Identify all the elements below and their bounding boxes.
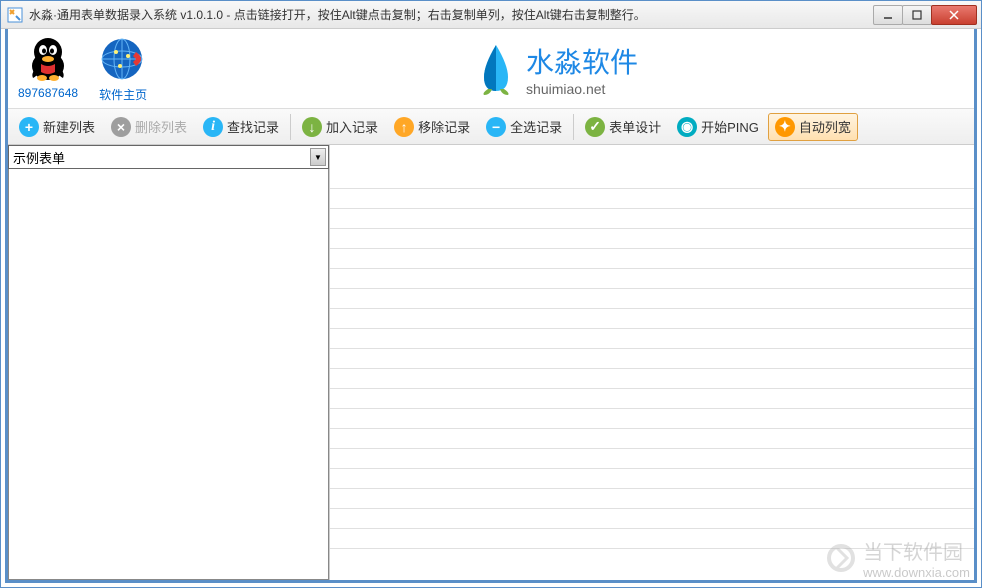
grid-row[interactable]	[330, 289, 974, 309]
grid-row[interactable]	[330, 169, 974, 189]
qq-icon	[23, 34, 73, 84]
left-list[interactable]	[8, 169, 329, 580]
grid-row[interactable]	[330, 429, 974, 449]
grid-row[interactable]	[330, 209, 974, 229]
grid-row[interactable]	[330, 389, 974, 409]
toolbar: + 新建列表 × 删除列表 i 查找记录 ↓ 加入记录 ↑ 移除记录 −	[8, 109, 974, 145]
ping-icon: ◉	[677, 117, 697, 137]
add-record-button[interactable]: ↓ 加入记录	[295, 113, 385, 141]
auto-width-label: 自动列宽	[799, 117, 851, 136]
grid-row[interactable]	[330, 329, 974, 349]
logo-text: 水淼软件 shuimiao.net	[526, 41, 638, 97]
new-list-label: 新建列表	[43, 117, 95, 136]
plus-icon: +	[19, 117, 39, 137]
start-ping-label: 开始PING	[701, 117, 759, 136]
watermark: 当下软件园 www.downxia.com	[825, 536, 970, 580]
content-area: 示例表单 ▼	[8, 145, 974, 580]
info-icon: i	[203, 117, 223, 137]
up-arrow-icon: ↑	[394, 117, 414, 137]
grid-row[interactable]	[330, 509, 974, 529]
home-label: 软件主页	[99, 86, 147, 103]
home-block[interactable]: 软件主页	[98, 34, 148, 103]
start-ping-button[interactable]: ◉ 开始PING	[670, 113, 766, 141]
window-controls	[874, 5, 977, 25]
minimize-button[interactable]	[873, 5, 903, 25]
logo-main: 水淼软件	[526, 41, 638, 81]
dropdown-selected: 示例表单	[13, 148, 65, 167]
grid-row[interactable]	[330, 309, 974, 329]
width-icon: ✦	[775, 117, 795, 137]
watermark-sub: www.downxia.com	[863, 565, 970, 580]
new-list-button[interactable]: + 新建列表	[12, 113, 102, 141]
globe-icon	[98, 34, 148, 84]
grid-row[interactable]	[330, 449, 974, 469]
watermark-main: 当下软件园	[863, 536, 970, 565]
watermark-icon	[825, 542, 857, 574]
remove-record-label: 移除记录	[418, 117, 470, 136]
chevron-down-icon: ▼	[310, 148, 326, 166]
minus-icon: −	[486, 117, 506, 137]
app-body: 897687648 软件主页	[5, 29, 977, 583]
app-icon	[7, 7, 23, 23]
remove-record-button[interactable]: ↑ 移除记录	[387, 113, 477, 141]
delete-list-label: 删除列表	[135, 117, 187, 136]
form-design-label: 表单设计	[609, 117, 661, 136]
close-button[interactable]	[931, 5, 977, 25]
grid-row[interactable]	[330, 249, 974, 269]
form-dropdown[interactable]: 示例表单 ▼	[8, 145, 329, 169]
maximize-button[interactable]	[902, 5, 932, 25]
toolbar-separator	[290, 114, 291, 140]
qq-block[interactable]: 897687648	[18, 34, 78, 103]
droplet-icon	[474, 41, 518, 97]
header-left: 897687648 软件主页	[18, 34, 148, 103]
grid-row[interactable]	[330, 409, 974, 429]
titlebar[interactable]: 水淼·通用表单数据录入系统 v1.0.1.0 - 点击链接打开，按住Alt键点击…	[1, 1, 981, 29]
window-title: 水淼·通用表单数据录入系统 v1.0.1.0 - 点击链接打开，按住Alt键点击…	[29, 6, 874, 23]
grid-row[interactable]	[330, 269, 974, 289]
add-record-label: 加入记录	[326, 117, 378, 136]
logo-sub: shuimiao.net	[526, 81, 638, 97]
delete-list-button[interactable]: × 删除列表	[104, 113, 194, 141]
select-all-label: 全选记录	[510, 117, 562, 136]
qq-label: 897687648	[18, 86, 78, 100]
down-arrow-icon: ↓	[302, 117, 322, 137]
grid-row[interactable]	[330, 229, 974, 249]
x-icon: ×	[111, 117, 131, 137]
select-all-button[interactable]: − 全选记录	[479, 113, 569, 141]
left-panel: 示例表单 ▼	[8, 145, 330, 580]
grid-row[interactable]	[330, 489, 974, 509]
toolbar-separator	[573, 114, 574, 140]
header-area: 897687648 软件主页	[8, 29, 974, 109]
grid-row[interactable]	[330, 189, 974, 209]
grid-row[interactable]	[330, 349, 974, 369]
check-icon: ✓	[585, 117, 605, 137]
auto-width-button[interactable]: ✦ 自动列宽	[768, 113, 858, 141]
logo-area: 水淼软件 shuimiao.net	[474, 41, 638, 97]
grid-row[interactable]	[330, 369, 974, 389]
find-record-label: 查找记录	[227, 117, 279, 136]
form-design-button[interactable]: ✓ 表单设计	[578, 113, 668, 141]
right-panel[interactable]	[330, 145, 974, 580]
header-center: 水淼软件 shuimiao.net	[148, 41, 964, 97]
find-record-button[interactable]: i 查找记录	[196, 113, 286, 141]
grid-row[interactable]	[330, 469, 974, 489]
app-window: 水淼·通用表单数据录入系统 v1.0.1.0 - 点击链接打开，按住Alt键点击…	[0, 0, 982, 588]
